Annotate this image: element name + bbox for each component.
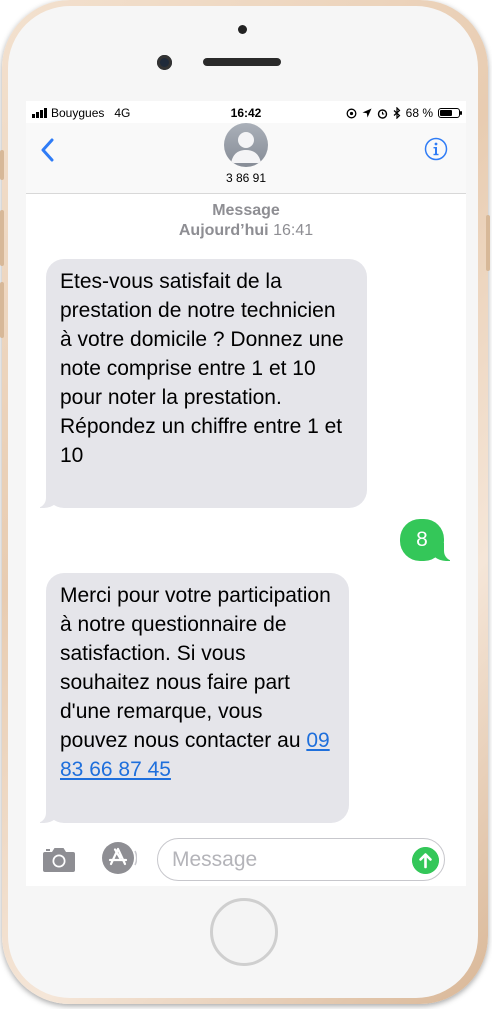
message-bubble-incoming[interactable]: Merci pour votre participation à notre q…: [36, 573, 349, 823]
person-icon: [231, 132, 261, 163]
message-text: Etes-vous satisfait de la prestation de …: [60, 270, 344, 467]
bluetooth-icon: [393, 107, 401, 119]
mute-switch: [0, 150, 4, 180]
service-label: Message: [212, 202, 280, 219]
message-composer: [26, 831, 466, 886]
chevron-left-icon[interactable]: [38, 138, 58, 162]
message-bubble-outgoing[interactable]: 8: [400, 519, 454, 561]
thread-timestamp: Message Aujourd’hui 16:41: [26, 201, 466, 241]
battery-icon: [438, 108, 462, 118]
contact-name[interactable]: 3 86 91: [26, 171, 466, 185]
alarm-icon: [377, 108, 387, 119]
camera-icon[interactable]: [42, 845, 76, 873]
location-icon: [362, 108, 372, 118]
home-button[interactable]: [210, 898, 278, 966]
power-button: [486, 215, 490, 271]
earpiece-speaker: [203, 58, 281, 66]
day-label: Aujourd’hui: [178, 222, 269, 239]
volume-down-button: [0, 282, 4, 338]
status-icons: 68 %: [346, 106, 462, 120]
screen: Bouygues 4G 16:42 68 % 3 86 91 Message A…: [26, 101, 466, 886]
contact-avatar[interactable]: [224, 123, 268, 167]
message-text: 8: [416, 528, 428, 551]
status-bar: Bouygues 4G 16:42 68 %: [26, 101, 466, 123]
message-bubble-incoming[interactable]: Etes-vous satisfait de la prestation de …: [36, 259, 367, 508]
conversation-header: 3 86 91: [26, 123, 466, 194]
message-text: Merci pour votre participation à notre q…: [60, 584, 331, 752]
battery-percent: 68 %: [405, 106, 433, 120]
info-icon[interactable]: [424, 137, 448, 161]
app-store-icon[interactable]: [99, 841, 137, 875]
front-camera: [157, 55, 172, 70]
message-input[interactable]: [157, 838, 445, 881]
proximity-sensor: [238, 25, 247, 34]
volume-up-button: [0, 210, 4, 266]
send-arrow-icon[interactable]: [412, 847, 439, 874]
time-label: 16:41: [273, 222, 314, 239]
screen-lock-icon: [346, 108, 357, 118]
date-time-label: Aujourd’hui 16:41: [26, 221, 466, 241]
